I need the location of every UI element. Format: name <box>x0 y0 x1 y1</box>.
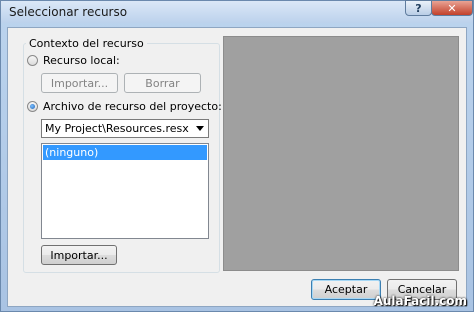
watermark-logo: AulaFacil.com <box>373 294 467 308</box>
project-resource-radio-label: Archivo de recurso del proyecto: <box>43 100 222 113</box>
resource-file-select[interactable]: My Project\Resources.resx <box>41 119 209 138</box>
close-button[interactable]: ✕ <box>431 0 473 16</box>
clear-label: Borrar <box>145 76 180 90</box>
list-item[interactable]: (ninguno) <box>43 145 207 160</box>
project-resource-radio[interactable]: Archivo de recurso del proyecto: <box>27 100 222 113</box>
accept-button[interactable]: Aceptar <box>311 279 381 300</box>
local-import-label: Importar... <box>50 76 109 90</box>
help-button[interactable]: ? <box>405 0 432 16</box>
window-title: Seleccionar recurso <box>9 5 128 19</box>
local-resource-radio-label: Recurso local: <box>43 54 120 67</box>
resource-file-select-value: My Project\Resources.resx <box>45 122 189 135</box>
title-bar[interactable]: Seleccionar recurso ? ✕ <box>1 0 473 23</box>
local-resource-radio[interactable]: Recurso local: <box>27 54 120 67</box>
help-icon: ? <box>415 1 422 15</box>
chevron-down-icon[interactable] <box>196 126 204 131</box>
project-import-label: Importar... <box>50 248 108 262</box>
accept-label: Aceptar <box>324 283 368 296</box>
image-preview-pane <box>223 36 459 271</box>
project-resource-radio-circle[interactable] <box>27 101 38 112</box>
dialog-window: Seleccionar recurso ? ✕ Contexto del rec… <box>0 0 474 312</box>
dialog-client-area: Contexto del recurso Recurso local: Impo… <box>7 27 467 307</box>
resource-listbox[interactable]: (ninguno) <box>41 143 209 239</box>
local-resource-radio-circle[interactable] <box>27 55 38 66</box>
project-import-button[interactable]: Importar... <box>41 245 117 265</box>
clear-button[interactable]: Borrar <box>124 73 201 93</box>
local-import-button[interactable]: Importar... <box>41 73 118 93</box>
group-title: Contexto del recurso <box>26 37 147 50</box>
close-icon: ✕ <box>447 1 457 15</box>
